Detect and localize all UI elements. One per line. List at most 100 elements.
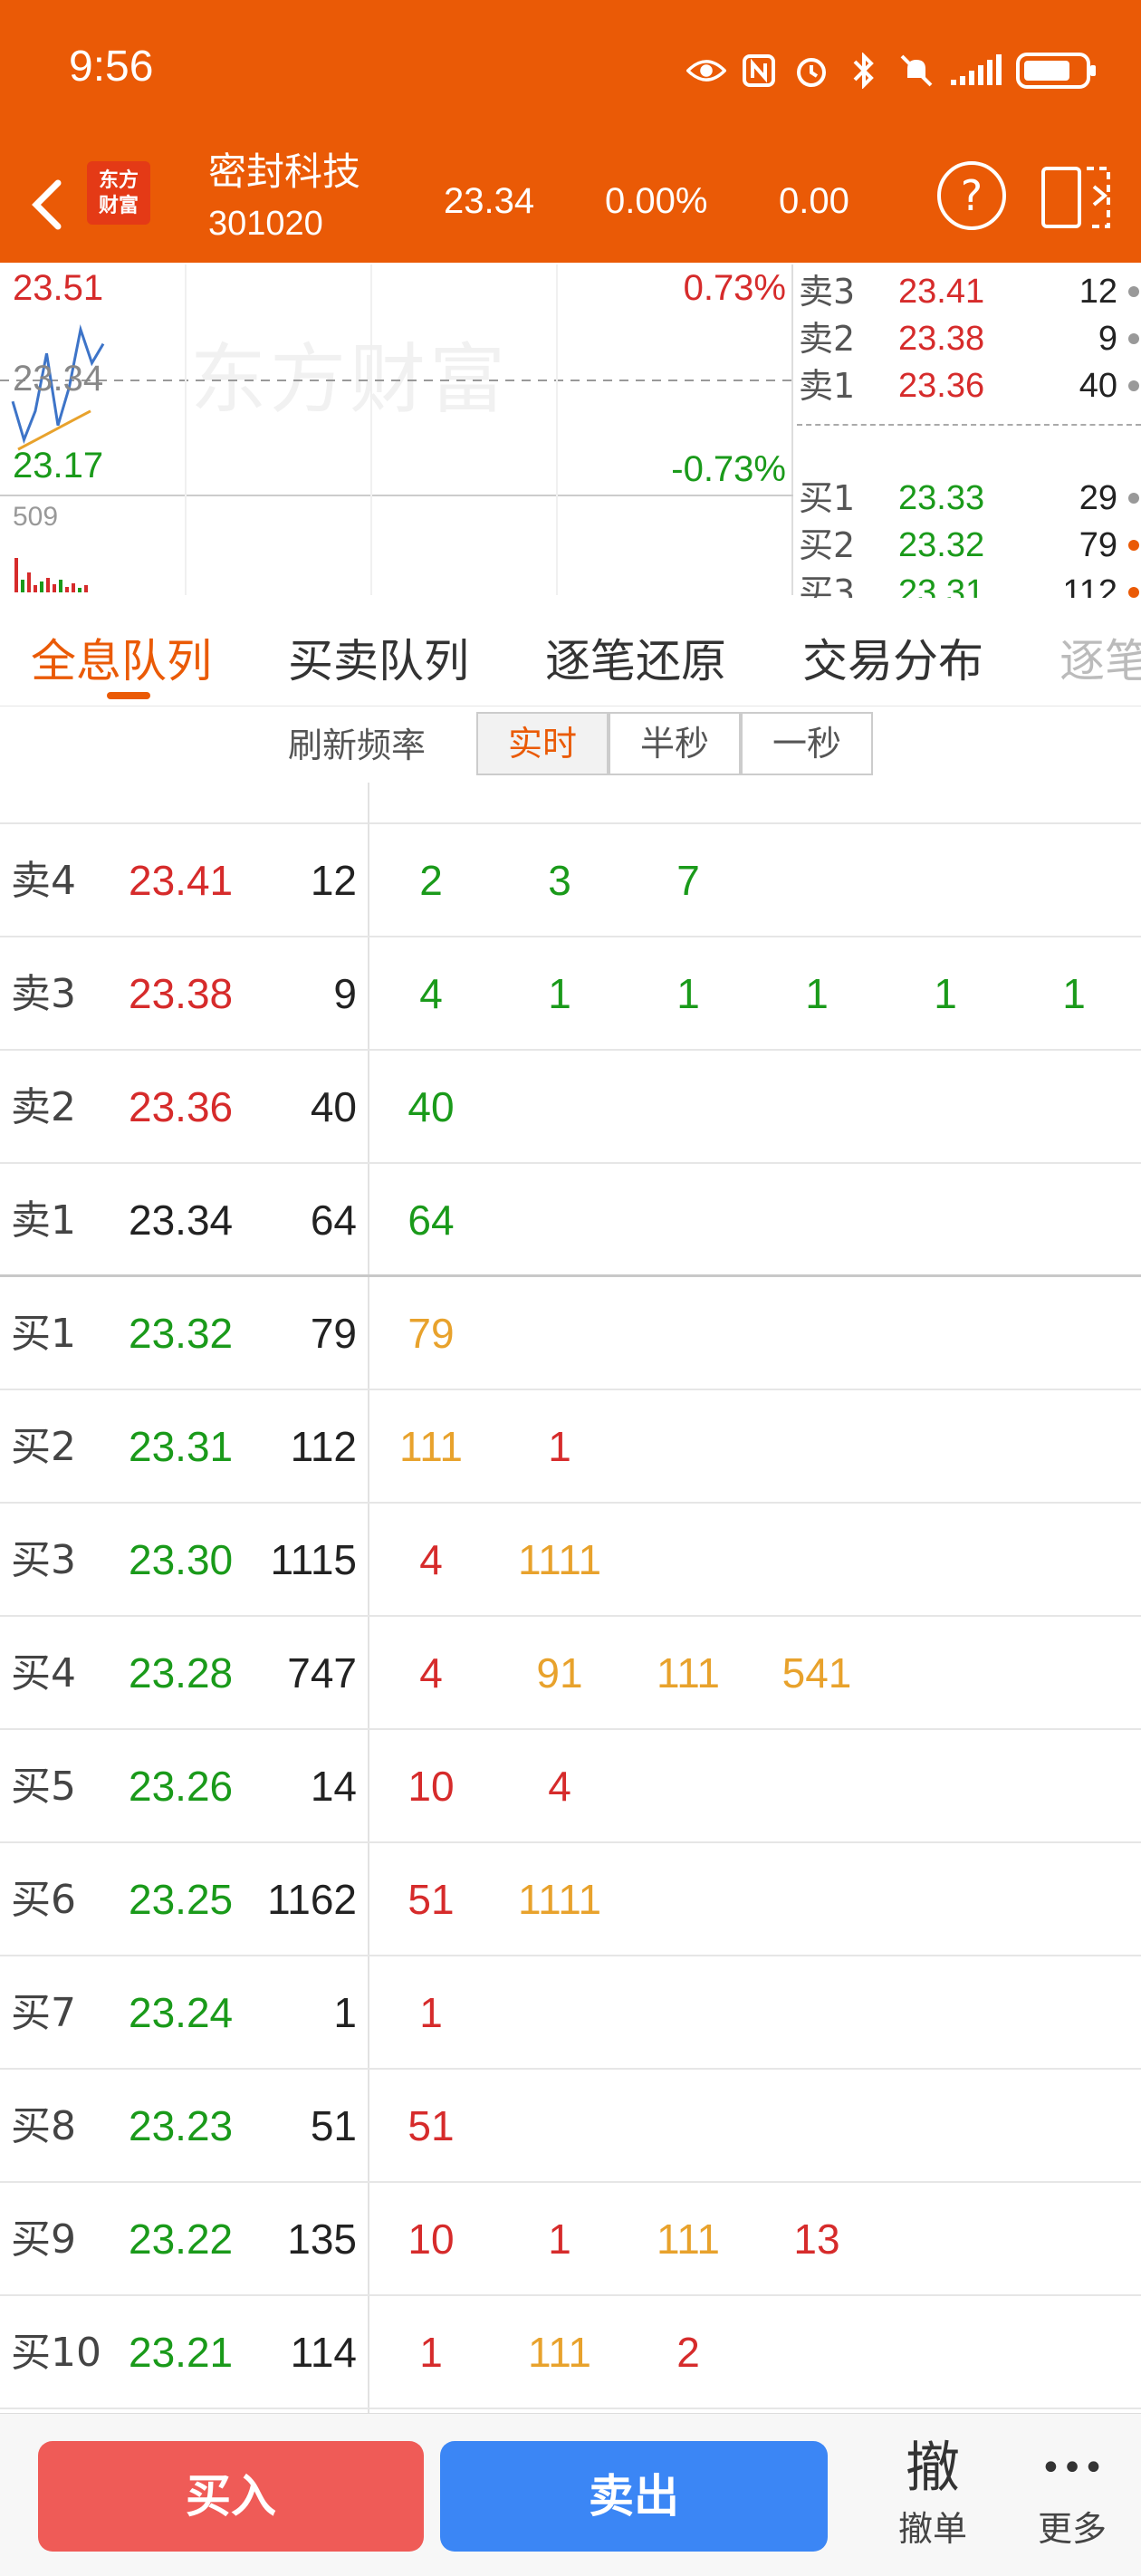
tab-trade-distribution[interactable]: 交易分布 [802,625,983,690]
order-cell: 2 [419,857,443,904]
status-icons [686,42,1098,100]
sell-button[interactable]: 卖出 [440,2441,828,2552]
status-bar: 9:56 [0,0,1141,145]
book-row[interactable]: 卖2 23.38 9 [795,315,1141,362]
row-price: 23.36 [129,1083,234,1130]
row-price: 23.28 [129,1649,234,1697]
row-level-label: 买10 [11,2330,101,2376]
intraday-mini-chart[interactable]: 东方财富 23.51 0.73% 23.34 23.17 -0.73% 509 [0,264,793,595]
order-cell: 79 [408,1310,455,1357]
table-row[interactable]: 买7 23.24 1 1 [0,1956,1141,2070]
table-row[interactable]: 买1 23.32 79 79 [0,1277,1141,1390]
mini-chart-canvas [0,264,793,595]
tab-full-queue[interactable]: 全息队列 [31,625,212,690]
refresh-half-second-option[interactable]: 半秒 [609,712,741,775]
table-row[interactable]: 买4 23.28 747 4 91 111 541 [0,1617,1141,1730]
book-row[interactable]: 卖1 23.36 40 [795,362,1141,409]
row-price: 23.26 [129,1763,234,1810]
book-dot-icon [1128,587,1139,598]
bluetooth-icon [844,51,884,91]
app-logo: 东方 财富 [87,161,150,225]
table-row[interactable]: 买5 23.26 14 10 4 [0,1730,1141,1843]
split-screen-icon [1041,167,1110,228]
current-price: 23.34 [444,181,535,221]
cancel-order-button[interactable]: 撤 撤单 [878,2432,987,2568]
order-cell: 91 [536,1649,583,1697]
bottom-action-bar: 买入 卖出 撤 撤单 ••• 更多 [0,2413,1141,2576]
row-price: 23.38 [129,970,234,1017]
table-row[interactable]: 买10 23.21 114 1 111 2 [0,2296,1141,2409]
refresh-realtime-option[interactable]: 实时 [476,712,609,775]
row-total-quantity: 747 [287,1649,357,1697]
chart-high-price: 23.51 [13,268,104,308]
table-row[interactable]: 卖3 23.38 9 4 1 1 1 1 1 [0,937,1141,1051]
table-row[interactable]: 卖1 23.34 64 64 [0,1164,1141,1277]
order-cell: 3 [548,857,571,904]
book-dot-icon [1128,493,1139,504]
tab-tick-replay[interactable]: 逐笔还原 [545,625,726,690]
row-price: 23.25 [129,1876,234,1923]
order-cell: 4 [419,1536,443,1583]
order-cell: 51 [408,1876,455,1923]
volume-bar [21,580,24,592]
chart-low-price: 23.17 [13,446,104,485]
book-dot-icon [1128,380,1139,391]
table-row[interactable]: 卖2 23.36 40 40 [0,1051,1141,1164]
row-level-label: 卖2 [11,1084,76,1130]
row-total-quantity: 40 [310,1083,357,1130]
book-price: 23.36 [898,367,985,405]
row-price: 23.32 [129,1310,234,1357]
book-price: 23.32 [898,526,985,564]
table-row[interactable]: 买3 23.30 1115 4 1111 [0,1504,1141,1617]
tab-bid-ask-queue[interactable]: 买卖队列 [288,625,469,690]
order-cell: 4 [419,970,443,1017]
table-row[interactable]: 卖4 23.41 12 2 3 7 [0,824,1141,937]
row-level-label: 买3 [11,1537,76,1583]
table-row[interactable]: 买6 23.25 1162 51 1111 [0,1843,1141,1956]
order-cell: 111 [399,1423,463,1470]
row-total-quantity: 1 [333,1989,357,2036]
book-row[interactable]: 卖3 23.41 12 [795,268,1141,315]
row-level-label: 卖4 [11,858,76,904]
row-level-label: 卖1 [11,1197,76,1244]
mini-order-book[interactable]: 卖3 23.41 12 卖2 23.38 9 卖1 23.36 40 买1 23.33 29 买2 23.… [795,264,1141,612]
book-row[interactable]: 买2 23.32 79 [795,522,1141,569]
chart-mid-price: 23.34 [13,359,104,399]
book-price: 23.38 [898,320,985,358]
chart-low-pct: -0.73% [671,449,786,489]
order-queue-table[interactable]: 卖4 23.41 12 2 3 7 卖3 23.38 9 4 1 1 1 1 1 卖2 23.36 40 40 卖1 2… [0,783,1141,2413]
back-button[interactable] [22,168,76,241]
order-cell: 10 [408,1763,455,1810]
active-tab-indicator [107,692,150,699]
status-time: 9:56 [69,43,154,91]
table-row[interactable]: 买2 23.31 112 111 1 [0,1390,1141,1504]
order-cell: 1 [548,970,571,1017]
buy-button[interactable]: 买入 [38,2441,424,2552]
row-price: 23.21 [129,2329,234,2376]
order-cell: 111 [528,2329,591,2376]
book-row[interactable]: 买1 23.33 29 [795,475,1141,522]
nfc-icon [739,51,779,91]
order-cell: 1 [548,1423,571,1470]
volume-bar [14,558,18,592]
more-button[interactable]: ••• 更多 [1018,2432,1127,2568]
order-cell: 111 [657,1649,720,1697]
book-level-label: 买1 [799,478,856,518]
table-row-partial [0,783,1141,824]
eye-icon [686,51,726,91]
volume-bar [72,583,75,592]
layout-switch-button[interactable] [1040,159,1116,235]
refresh-rate-bar: 刷新频率 实时 半秒 一秒 [0,708,1141,783]
order-cell: 64 [408,1197,455,1244]
table-row[interactable]: 买8 23.23 51 51 [0,2070,1141,2183]
order-cell: 40 [408,1083,455,1130]
question-icon: ? [960,171,983,220]
refresh-one-second-option[interactable]: 一秒 [741,712,873,775]
tab-tick-more[interactable]: 逐笔 [1060,625,1141,690]
table-row[interactable]: 买9 23.22 135 10 1 111 13 [0,2183,1141,2296]
help-button[interactable]: ? [937,161,1006,230]
book-dot-icon [1128,286,1139,297]
order-cell: 1111 [517,1536,602,1583]
chevron-left-icon [32,179,62,230]
book-price: 23.41 [898,273,985,311]
